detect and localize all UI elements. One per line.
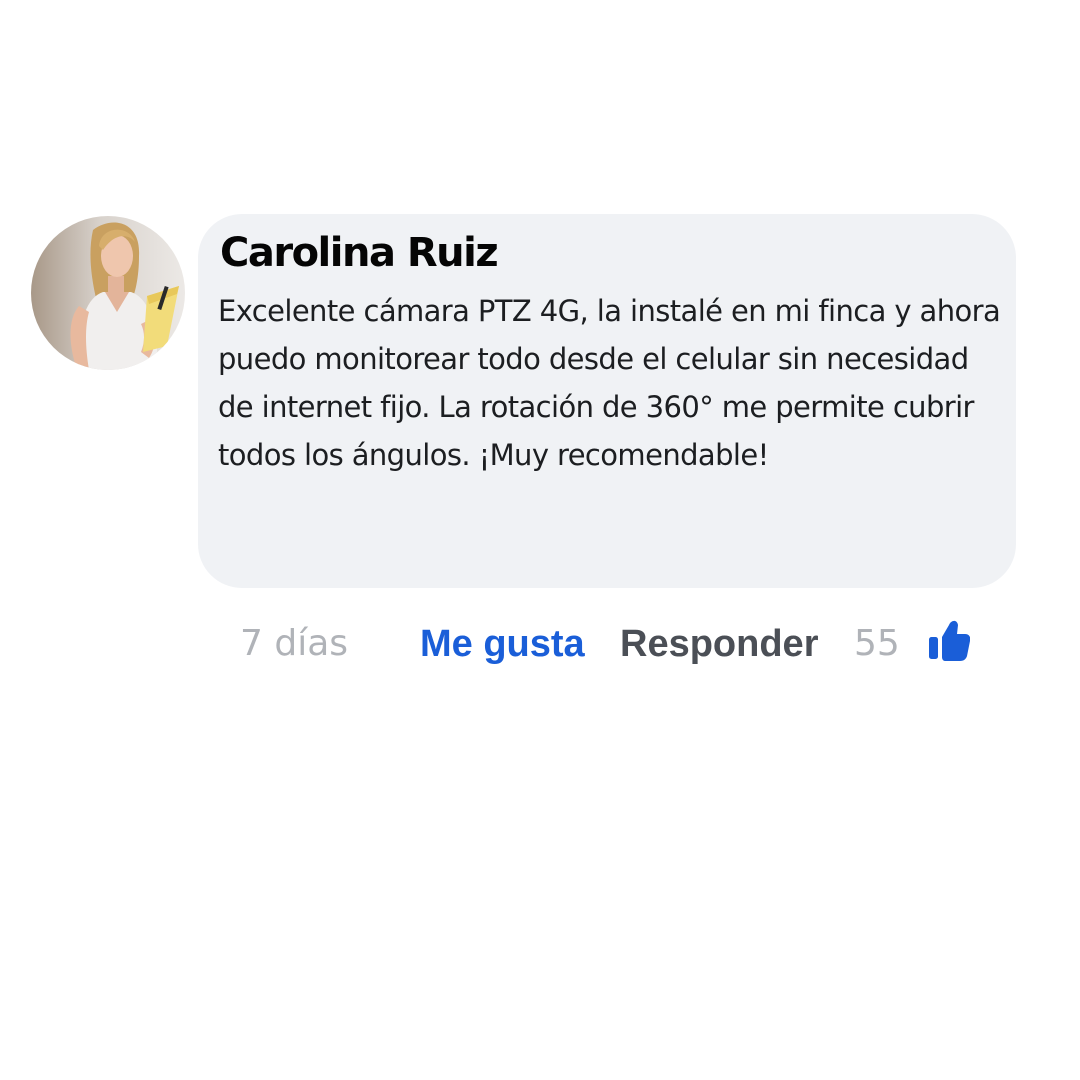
reply-button[interactable]: Responder: [620, 618, 818, 670]
thumbs-up-icon[interactable]: [926, 617, 970, 663]
comment-card: Carolina Ruiz Excelente cámara PTZ 4G, l…: [0, 0, 1080, 1080]
avatar-photo: [31, 216, 185, 370]
comment-author[interactable]: Carolina Ruiz: [220, 230, 499, 276]
like-button[interactable]: Me gusta: [420, 618, 585, 670]
avatar[interactable]: [31, 216, 185, 370]
comment-timestamp[interactable]: 7 días: [240, 618, 348, 670]
comment-text: Excelente cámara PTZ 4G, la instalé en m…: [218, 294, 1001, 472]
comment-actions: 7 días Me gusta Responder 55: [0, 604, 1080, 684]
comment-bubble: Carolina Ruiz Excelente cámara PTZ 4G, l…: [198, 214, 1016, 588]
like-count[interactable]: 55: [854, 618, 900, 670]
